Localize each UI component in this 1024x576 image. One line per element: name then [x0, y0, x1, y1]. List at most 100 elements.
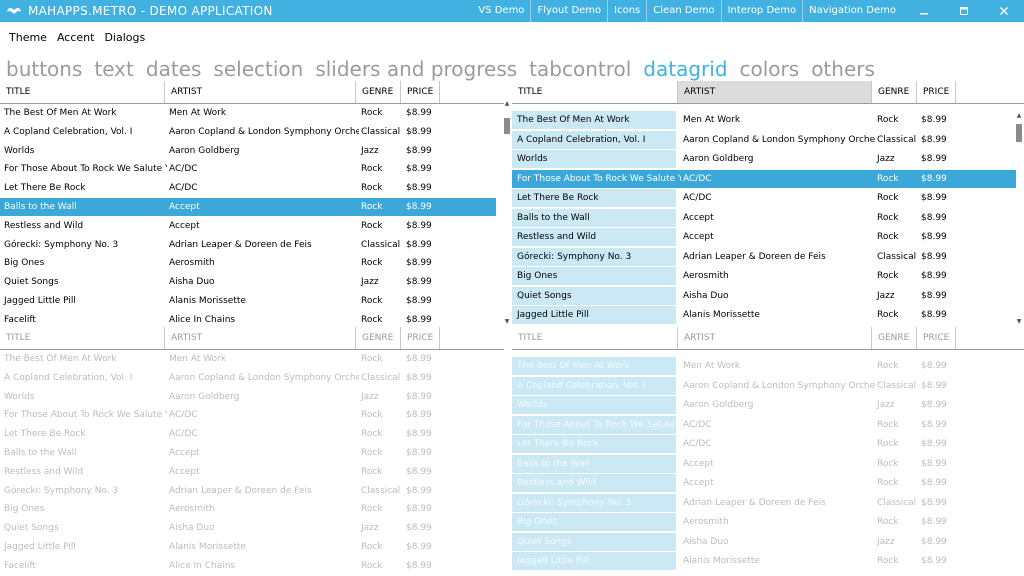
menu-dialogs[interactable]: Dialogs	[95, 29, 145, 47]
scroll-up-arrow-icon[interactable]: ▲	[503, 100, 511, 107]
table-row[interactable]: Quiet Songs Aisha Duo Jazz $8.99	[0, 273, 496, 291]
table-row[interactable]: A Copland Celebration, Vol. I Aaron Copla…	[0, 123, 496, 141]
table-row[interactable]: Jagged Little Pill Alanis Morissette Rock $…	[512, 306, 1016, 324]
tab-sliders-and-progress[interactable]: sliders and progress	[315, 55, 517, 83]
column-header-artist[interactable]: ARTIST	[165, 327, 356, 349]
column-header-price[interactable]: PRICE	[401, 327, 440, 349]
tab-buttons[interactable]: buttons	[6, 55, 82, 83]
vertical-scrollbar[interactable]	[1016, 356, 1022, 576]
table-row[interactable]: Balls to the Wall Accept Rock $8.99	[0, 444, 496, 462]
table-row[interactable]: Worlds Aaron Goldberg Jazz $8.99	[512, 396, 1016, 414]
table-row[interactable]: Big Ones Aerosmith Rock $8.99	[512, 513, 1016, 531]
table-row[interactable]: The Best Of Men At Work Men At Work Rock $8…	[512, 357, 1016, 375]
table-row[interactable]: For Those About To Rock We Salute You AC/…	[0, 160, 496, 178]
menu-accent[interactable]: Accent	[48, 29, 94, 47]
table-row[interactable]: A Copland Celebration, Vol. I Aaron Copla…	[512, 130, 1016, 149]
column-header-price[interactable]: PRICE	[401, 81, 440, 103]
grid-bottom-right[interactable]: TITLE ARTIST GENRE PRICE The Best Of Men At …	[512, 327, 1024, 576]
table-row[interactable]: Balls to the Wall Accept Rock $8.99	[512, 208, 1016, 227]
table-row[interactable]: Jagged Little Pill Alanis Morissette Rock $…	[0, 538, 496, 556]
cell-artist: Aaron Goldberg	[169, 391, 240, 402]
maximize-button[interactable]	[944, 0, 984, 22]
column-header-price[interactable]: PRICE	[917, 81, 956, 103]
table-row[interactable]: Big Ones Aerosmith Rock $8.99	[0, 500, 496, 518]
table-row[interactable]: Let There Be Rock AC/DC Rock $8.99	[512, 435, 1016, 453]
table-row[interactable]: Let There Be Rock AC/DC Rock $8.99	[0, 425, 496, 443]
column-header-title[interactable]: TITLE	[512, 327, 678, 349]
tab-selection[interactable]: selection	[213, 55, 303, 83]
scroll-up-arrow-icon[interactable]: ▲	[1015, 112, 1023, 119]
interop-demo-button[interactable]: Interop Demo	[720, 0, 803, 22]
tab-others[interactable]: others	[811, 55, 875, 83]
grid-top-left[interactable]: TITLE ARTIST GENRE PRICE The Best Of Men At …	[0, 81, 504, 328]
table-row[interactable]: Facelift Alice In Chains Rock $8.99	[0, 557, 496, 575]
table-row[interactable]: Big Ones Aerosmith Rock $8.99	[0, 254, 496, 272]
table-row[interactable]: Górecki: Symphony No. 3 Adrian Leaper & D…	[0, 482, 496, 500]
table-row[interactable]: For Those About To Rock We Salute You AC/…	[0, 406, 496, 424]
scrollbar-thumb[interactable]	[504, 118, 510, 134]
table-row[interactable]: Górecki: Symphony No. 3 Adrian Leaper & D…	[512, 247, 1016, 266]
table-row[interactable]: Górecki: Symphony No. 3 Adrian Leaper & D…	[512, 493, 1016, 512]
vertical-scrollbar[interactable]: ▲ ▼	[1016, 112, 1022, 325]
table-row[interactable]: For Those About To Rock We Salute You AC/…	[512, 415, 1016, 434]
vs-demo-button[interactable]: VS Demo	[472, 0, 530, 22]
column-header-genre[interactable]: GENRE	[872, 81, 917, 103]
vertical-scrollbar[interactable]	[504, 346, 510, 576]
column-header-title[interactable]: TITLE	[512, 81, 678, 103]
table-row[interactable]: A Copland Celebration, Vol. I Aaron Copla…	[512, 376, 1016, 395]
column-header-title[interactable]: TITLE	[0, 327, 165, 349]
cell-artist: Aaron Copland & London Symphony Orchestr…	[169, 372, 359, 383]
column-header-title[interactable]: TITLE	[0, 81, 165, 103]
icons-button[interactable]: Icons	[607, 0, 646, 22]
grid-top-right[interactable]: TITLE ARTIST GENRE PRICE The Best Of Men At …	[512, 81, 1024, 328]
table-row[interactable]: The Best Of Men At Work Men At Work Rock $8…	[0, 350, 496, 368]
table-row[interactable]: Worlds Aaron Goldberg Jazz $8.99	[0, 142, 496, 160]
table-row[interactable]: Big Ones Aerosmith Rock $8.99	[512, 267, 1016, 285]
table-row[interactable]: Balls to the Wall Accept Rock $8.99	[0, 198, 496, 216]
column-header-genre[interactable]: GENRE	[872, 327, 917, 349]
table-row[interactable]: Let There Be Rock AC/DC Rock $8.99	[0, 179, 496, 197]
table-row[interactable]: The Best Of Men At Work Men At Work Rock $8…	[512, 111, 1016, 129]
table-row[interactable]: Worlds Aaron Goldberg Jazz $8.99	[0, 388, 496, 406]
scroll-down-arrow-icon[interactable]: ▼	[503, 318, 511, 325]
column-header-artist[interactable]: ARTIST	[678, 327, 872, 349]
column-header-genre[interactable]: GENRE	[356, 327, 401, 349]
table-row[interactable]: Restless and Wild Accept Rock $8.99	[0, 217, 496, 235]
table-row[interactable]: The Best Of Men At Work Men At Work Rock $8…	[0, 104, 496, 122]
column-header-genre[interactable]: GENRE	[356, 81, 401, 103]
flyout-demo-button[interactable]: Flyout Demo	[530, 0, 607, 22]
table-row[interactable]: Jagged Little Pill Alanis Morissette Rock $…	[512, 552, 1016, 570]
grid-bottom-left[interactable]: TITLE ARTIST GENRE PRICE The Best Of Men At …	[0, 327, 504, 576]
navigation-demo-button[interactable]: Navigation Demo	[802, 0, 902, 22]
table-row[interactable]: Restless and Wild Accept Rock $8.99	[512, 228, 1016, 246]
table-row[interactable]: Quiet Songs Aisha Duo Jazz $8.99	[0, 519, 496, 537]
column-header-artist[interactable]: ARTIST	[678, 81, 872, 103]
table-row[interactable]: Quiet Songs Aisha Duo Jazz $8.99	[512, 286, 1016, 305]
table-row[interactable]: Restless and Wild Accept Rock $8.99	[512, 474, 1016, 492]
vertical-scrollbar[interactable]: ▲ ▼	[504, 100, 510, 325]
table-row[interactable]: Jagged Little Pill Alanis Morissette Rock $…	[0, 292, 496, 310]
tab-datagrid[interactable]: datagrid	[643, 55, 727, 83]
table-row[interactable]: A Copland Celebration, Vol. I Aaron Copla…	[0, 369, 496, 387]
table-row[interactable]: Górecki: Symphony No. 3 Adrian Leaper & D…	[0, 236, 496, 254]
column-header-price[interactable]: PRICE	[917, 327, 956, 349]
tab-dates[interactable]: dates	[146, 55, 202, 83]
menu-theme[interactable]: Theme	[0, 29, 47, 47]
table-row[interactable]: Facelift Alice In Chains Rock $8.99	[0, 311, 496, 328]
tab-colors[interactable]: colors	[740, 55, 800, 83]
cell-artist: Alanis Morissette	[683, 556, 760, 566]
scroll-down-arrow-icon[interactable]: ▼	[1015, 318, 1023, 325]
clean-demo-button[interactable]: Clean Demo	[646, 0, 720, 22]
table-row[interactable]: For Those About To Rock We Salute You AC/…	[512, 169, 1016, 188]
column-header-artist[interactable]: ARTIST	[165, 81, 356, 103]
tab-text[interactable]: text	[94, 55, 133, 83]
scrollbar-thumb[interactable]	[1016, 124, 1022, 142]
close-button[interactable]	[984, 0, 1024, 22]
minimize-button[interactable]	[904, 0, 944, 22]
table-row[interactable]: Balls to the Wall Accept Rock $8.99	[512, 454, 1016, 473]
table-row[interactable]: Restless and Wild Accept Rock $8.99	[0, 463, 496, 481]
table-row[interactable]: Quiet Songs Aisha Duo Jazz $8.99	[512, 532, 1016, 551]
table-row[interactable]: Let There Be Rock AC/DC Rock $8.99	[512, 189, 1016, 207]
table-row[interactable]: Worlds Aaron Goldberg Jazz $8.99	[512, 150, 1016, 168]
tab-tabcontrol[interactable]: tabcontrol	[529, 55, 631, 83]
